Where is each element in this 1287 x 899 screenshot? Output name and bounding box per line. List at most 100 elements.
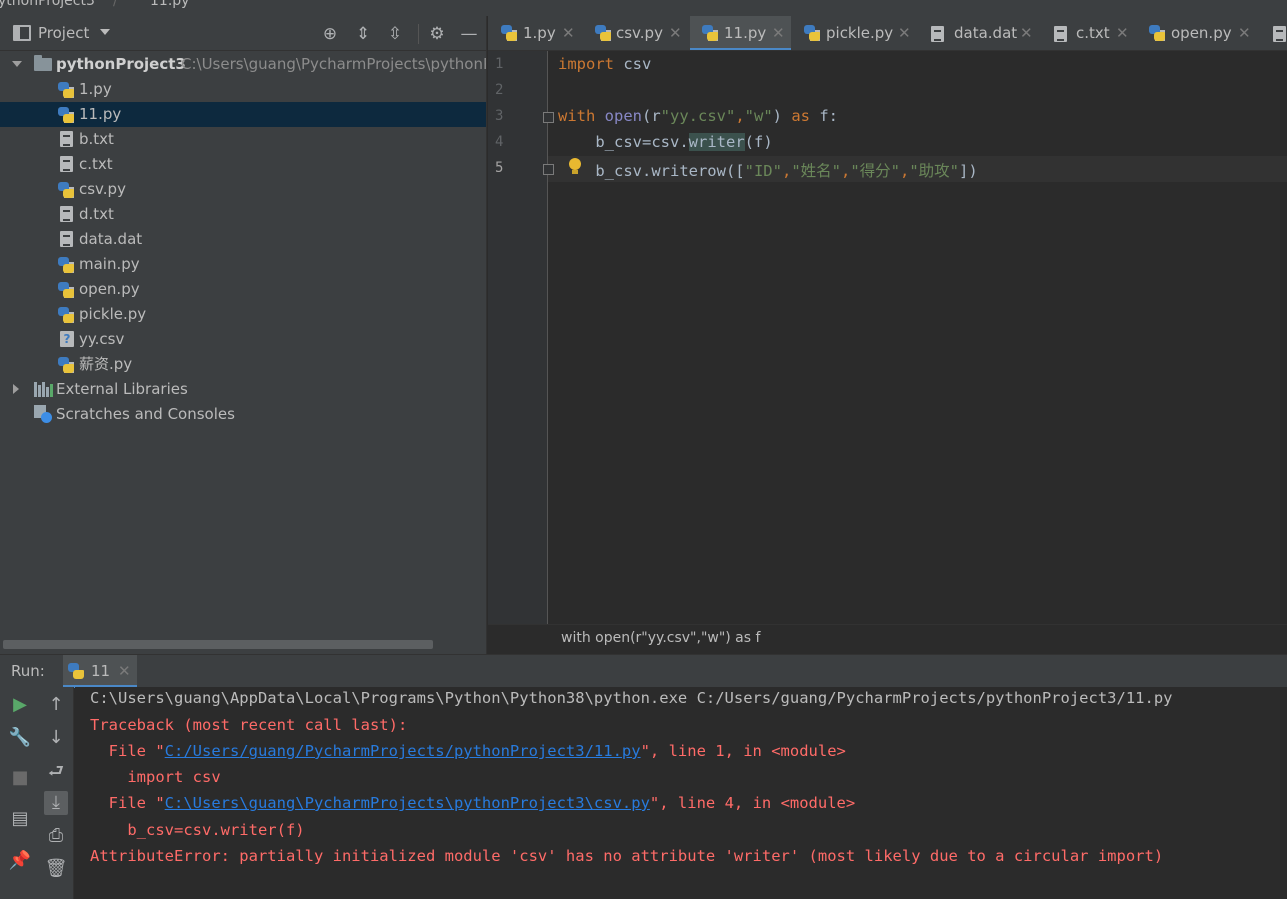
close-icon[interactable]: ✕	[1238, 16, 1251, 50]
project-view-icon	[13, 25, 31, 41]
line-number: 4	[495, 134, 504, 150]
python-file-icon	[58, 82, 74, 98]
text-file-icon	[1273, 26, 1286, 42]
tree-file-item[interactable]: b.txt	[0, 127, 486, 152]
wrench-icon[interactable]: 🔧	[8, 726, 32, 750]
console-command-line: C:\Users\guang\AppData\Local\Programs\Py…	[90, 689, 1173, 707]
tree-external-libraries[interactable]: External Libraries	[0, 377, 486, 402]
collapse-all-icon[interactable]: ⇳	[386, 25, 404, 43]
tree-file-item[interactable]: c.txt	[0, 152, 486, 177]
tab-data-dat[interactable]: data.dat ✕	[918, 16, 1038, 50]
close-icon[interactable]: ✕	[898, 16, 911, 50]
project-panel-header: Project ⊕ ⇕ ⇳ ⚙ —	[0, 16, 486, 51]
line-number-gutter: 1 2 3 4 5	[488, 51, 548, 624]
tree-file-item[interactable]: 1.py	[0, 77, 486, 102]
tree-file-item[interactable]: main.py	[0, 252, 486, 277]
down-arrow-icon[interactable]: ↓	[44, 726, 68, 750]
horizontal-scrollbar[interactable]	[3, 640, 433, 649]
code-text: f:	[810, 107, 839, 125]
python-file-icon	[1149, 25, 1165, 41]
trash-icon[interactable]: 🗑	[44, 857, 68, 881]
line-number: 1	[495, 56, 504, 72]
tree-file-item[interactable]: pickle.py	[0, 302, 486, 327]
file-name: b.txt	[79, 130, 114, 148]
tree-file-item[interactable]: data.dat	[0, 227, 486, 252]
tree-root-folder[interactable]: pythonProject3 C:\Users\guang\PycharmPro…	[0, 52, 486, 77]
tab-open-py[interactable]: open.py ✕	[1136, 16, 1254, 50]
run-label: Run:	[11, 662, 45, 680]
console-output[interactable]: C:\Users\guang\AppData\Local\Programs\Py…	[75, 687, 1287, 899]
editor-breadcrumb[interactable]: with open(r"yy.csv","w") as f	[488, 624, 1287, 654]
console-file-link[interactable]: C:\Users\guang\PycharmProjects\pythonPro…	[165, 794, 650, 812]
expand-all-icon[interactable]: ⇕	[354, 25, 372, 43]
python-file-icon	[501, 25, 517, 41]
gear-icon[interactable]: ⚙	[428, 25, 446, 43]
tree-file-item[interactable]: ? yy.csv	[0, 327, 486, 352]
editor-breadcrumb-text[interactable]: with open(r"yy.csv","w") as f	[561, 630, 760, 646]
tree-file-item[interactable]: open.py	[0, 277, 486, 302]
file-name: pickle.py	[79, 305, 147, 323]
code-line-5: b_csv.writerow(["ID","姓名","得分","助攻"])	[558, 159, 977, 181]
tree-file-item[interactable]: 薪资.py	[0, 352, 486, 377]
locate-icon[interactable]: ⊕	[321, 25, 339, 43]
code-text: ,	[900, 162, 910, 180]
scroll-to-end-icon[interactable]: ⤓	[44, 791, 68, 815]
python-file-icon	[58, 357, 74, 373]
toolbar-divider	[418, 24, 419, 44]
breadcrumb-separator: /	[113, 0, 118, 9]
rerun-icon[interactable]: ▶	[8, 693, 32, 717]
console-text: ", line 1, in <module>	[640, 742, 846, 760]
console-text: File "	[90, 742, 165, 760]
text-file-icon	[60, 131, 73, 147]
fold-marker-icon[interactable]	[543, 112, 554, 123]
tab-label: 1.py	[523, 24, 556, 42]
library-icon	[34, 382, 53, 397]
stop-icon[interactable]: ■	[8, 766, 32, 790]
code-text: ,	[781, 162, 792, 180]
tree-file-item-selected[interactable]: 11.py	[0, 102, 486, 127]
print-icon[interactable]: ⎙	[44, 824, 68, 848]
run-toolbar: ▶ 🔧 ■ ▤ 📌 ↑ ↓ ⮐ ⤓ ⎙ 🗑	[0, 687, 74, 899]
code-text: b_csv.writerow([	[558, 162, 745, 180]
hide-icon[interactable]: —	[460, 25, 478, 43]
close-icon[interactable]: ✕	[772, 16, 785, 50]
breadcrumb-project[interactable]: ythonProject3	[0, 0, 95, 9]
run-panel-header: Run: 11 ✕	[0, 654, 1287, 688]
python-file-icon	[804, 25, 820, 41]
chevron-down-icon[interactable]	[12, 61, 22, 67]
breadcrumb-file[interactable]: 11.py	[150, 0, 189, 9]
chevron-right-icon[interactable]	[13, 384, 19, 394]
tab-c-txt[interactable]: c.txt ✕	[1041, 16, 1132, 50]
navigation-breadcrumb: ythonProject3 / 11.py	[0, 0, 1287, 16]
code-line-4: b_csv=csv.writer(f)	[558, 133, 773, 151]
tree-file-item[interactable]: csv.py	[0, 177, 486, 202]
string: "w"	[744, 107, 773, 125]
close-icon[interactable]: ✕	[118, 662, 131, 680]
tab-label: csv.py	[616, 24, 663, 42]
close-icon[interactable]: ✕	[1116, 16, 1129, 50]
fold-marker-icon[interactable]	[543, 164, 554, 175]
tab-11-py[interactable]: 11.py ✕	[690, 16, 791, 50]
up-arrow-icon[interactable]: ↑	[44, 693, 68, 717]
tab-1-py[interactable]: 1.py ✕	[488, 16, 581, 50]
layout-icon[interactable]: ▤	[8, 807, 32, 831]
tab-pickle-py[interactable]: pickle.py ✕	[793, 16, 914, 50]
run-tab-11[interactable]: 11 ✕	[63, 655, 137, 688]
tree-file-item[interactable]: d.txt	[0, 202, 486, 227]
tab-label: open.py	[1171, 24, 1232, 42]
soft-wrap-icon[interactable]: ⮐	[44, 760, 68, 784]
pin-icon[interactable]: 📌	[8, 849, 32, 873]
chevron-down-icon[interactable]	[100, 29, 110, 35]
close-icon[interactable]: ✕	[562, 16, 575, 50]
tab-csv-py[interactable]: csv.py ✕	[582, 16, 688, 50]
code-editor[interactable]: 1 2 3 4 5 import csv with open(r"yy.csv"…	[488, 51, 1287, 624]
tree-scratches[interactable]: Scratches and Consoles	[0, 402, 486, 427]
tab-label: pickle.py	[826, 24, 894, 42]
console-code-line: b_csv=csv.writer(f)	[90, 821, 305, 839]
tab-overflow[interactable]	[1270, 16, 1287, 50]
close-icon[interactable]: ✕	[669, 16, 682, 50]
close-icon[interactable]: ✕	[1020, 16, 1033, 50]
console-file-link[interactable]: C:/Users/guang/PycharmProjects/pythonPro…	[165, 742, 641, 760]
project-view-selector[interactable]: Project	[38, 24, 89, 42]
python-file-icon	[58, 307, 74, 323]
